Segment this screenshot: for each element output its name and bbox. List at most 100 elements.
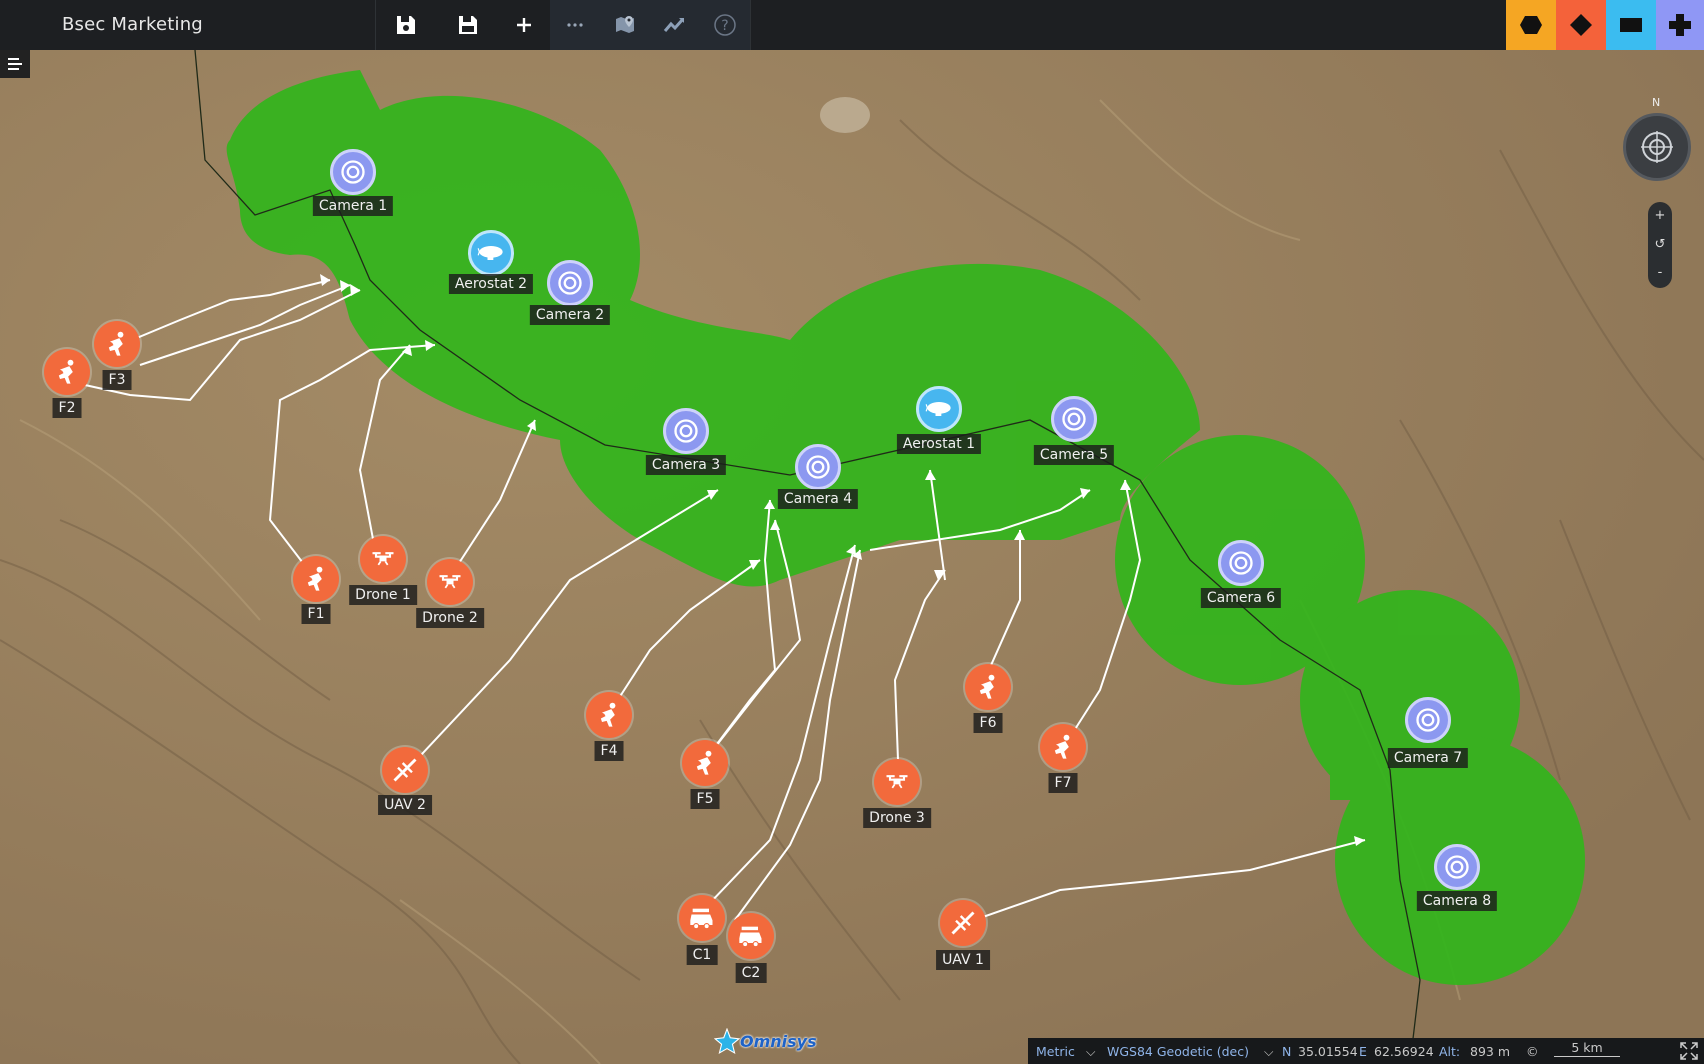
diamond-icon — [1570, 14, 1592, 36]
more-button[interactable] — [550, 0, 600, 50]
north-label: N — [1652, 96, 1661, 109]
uav-1-marker[interactable] — [940, 900, 986, 946]
omnisys-star-icon — [714, 1028, 740, 1054]
camera-8-marker[interactable] — [1434, 844, 1480, 890]
camera-icon — [341, 160, 365, 184]
diamond-tool-button[interactable] — [1556, 0, 1606, 50]
infantry-icon — [979, 674, 995, 699]
zoom-out-button[interactable]: - — [1648, 261, 1672, 285]
n-label: N — [1282, 1044, 1292, 1059]
asset-label: Camera 1 — [312, 196, 394, 216]
aerostat-1-marker[interactable] — [916, 386, 962, 432]
fullscreen-button[interactable] — [1680, 1042, 1698, 1063]
chevron-down-icon: ⌵ — [1264, 1044, 1274, 1059]
f3-marker[interactable] — [94, 321, 140, 367]
f6-marker[interactable] — [965, 664, 1011, 710]
camera-1-marker[interactable] — [330, 149, 376, 195]
help-button[interactable]: ? — [700, 0, 750, 50]
trend-button[interactable] — [650, 0, 700, 50]
drone-icon — [886, 775, 908, 789]
zoom-in-button[interactable]: + — [1648, 204, 1672, 228]
camera-5-marker[interactable] — [1051, 396, 1097, 442]
drone-icon — [372, 552, 394, 566]
asset-label: F5 — [690, 789, 720, 809]
asset-label: Drone 1 — [349, 585, 417, 605]
c1-marker[interactable] — [679, 895, 725, 941]
rectangle-tool-button[interactable] — [1606, 0, 1656, 50]
camera-icon — [1445, 855, 1469, 879]
trend-icon — [663, 18, 685, 32]
units-select[interactable]: Metric — [1036, 1044, 1075, 1059]
asset-label: Camera 4 — [777, 489, 859, 509]
layer-menu-button[interactable] — [0, 50, 30, 78]
cross-tool-button[interactable] — [1656, 0, 1704, 50]
aerostat-2-marker[interactable] — [468, 230, 514, 276]
asset-label: C1 — [686, 945, 718, 965]
infantry-icon — [307, 566, 323, 591]
copyright-button[interactable]: © — [1526, 1044, 1539, 1059]
svg-text:?: ? — [721, 18, 728, 34]
reset-view-button[interactable]: ↺ — [1648, 233, 1672, 257]
crs-select[interactable]: WGS84 Geodetic (dec) — [1107, 1044, 1249, 1059]
fullscreen-icon — [1680, 1042, 1698, 1060]
asset-label: Camera 3 — [645, 455, 727, 475]
zoom-control: + ↺ - — [1648, 202, 1672, 288]
f5-marker[interactable] — [682, 740, 728, 786]
f7-marker[interactable] — [1040, 724, 1086, 770]
app-title: Bsec Marketing — [62, 14, 203, 35]
vehicle-icon — [690, 908, 713, 930]
uav-2-marker[interactable] — [382, 747, 428, 793]
map-pin-button[interactable] — [600, 0, 650, 50]
more-icon — [567, 23, 583, 27]
asset-label: UAV 2 — [378, 795, 432, 815]
asset-label: F1 — [301, 604, 331, 624]
camera-icon — [1062, 407, 1086, 431]
alt-label: Alt: — [1439, 1044, 1461, 1059]
camera-2-marker[interactable] — [547, 260, 593, 306]
asset-label: Drone 3 — [863, 808, 931, 828]
map-canvas[interactable]: Camera 1 Aerostat 2 Camera 2 Camera 3 Ca… — [0, 50, 1704, 1064]
infantry-icon — [108, 331, 124, 356]
uav-icon — [951, 911, 975, 935]
f4-marker[interactable] — [586, 692, 632, 738]
asset-label: Camera 8 — [1416, 891, 1498, 911]
camera-3-marker[interactable] — [663, 408, 709, 454]
asset-label: Aerostat 2 — [448, 274, 534, 294]
alt-value: 893 m — [1470, 1044, 1511, 1059]
save-as-button[interactable] — [443, 0, 493, 50]
n-value: 35.01554 — [1298, 1044, 1358, 1059]
asset-label: Camera 5 — [1033, 445, 1115, 465]
infantry-icon — [58, 359, 74, 384]
camera-6-marker[interactable] — [1218, 540, 1264, 586]
compass-button[interactable] — [1623, 113, 1691, 181]
asset-label: C2 — [735, 963, 767, 983]
logo-text: Omnisys — [740, 1031, 817, 1051]
asset-label: F6 — [973, 713, 1003, 733]
f1-marker[interactable] — [293, 556, 339, 602]
camera-icon — [558, 271, 582, 295]
camera-icon — [674, 419, 698, 443]
asset-label: Camera 2 — [529, 305, 611, 325]
f2-marker[interactable] — [44, 349, 90, 395]
chevron-down-icon: ⌵ — [1086, 1044, 1096, 1059]
drone-2-marker[interactable] — [427, 559, 473, 605]
drone-3-marker[interactable] — [874, 759, 920, 805]
drone-1-marker[interactable] — [360, 536, 406, 582]
uav-icon — [393, 758, 417, 782]
camera-7-marker[interactable] — [1405, 697, 1451, 743]
camera-4-marker[interactable] — [795, 444, 841, 490]
hexagon-tool-button[interactable] — [1506, 0, 1556, 50]
c2-marker[interactable] — [728, 913, 774, 959]
asset-label: Aerostat 1 — [896, 434, 982, 454]
e-label: E — [1359, 1044, 1367, 1059]
toolbar-divider — [750, 0, 751, 50]
save-button[interactable] — [381, 0, 431, 50]
asset-label: UAV 1 — [936, 950, 990, 970]
satellite-terrain — [0, 50, 1704, 1064]
infantry-icon — [696, 750, 712, 775]
aerostat-icon — [477, 246, 503, 260]
rectangle-icon — [1620, 18, 1642, 32]
add-button[interactable] — [499, 0, 549, 50]
drone-icon — [439, 575, 461, 589]
omnisys-logo: Omnisys — [714, 1028, 817, 1054]
